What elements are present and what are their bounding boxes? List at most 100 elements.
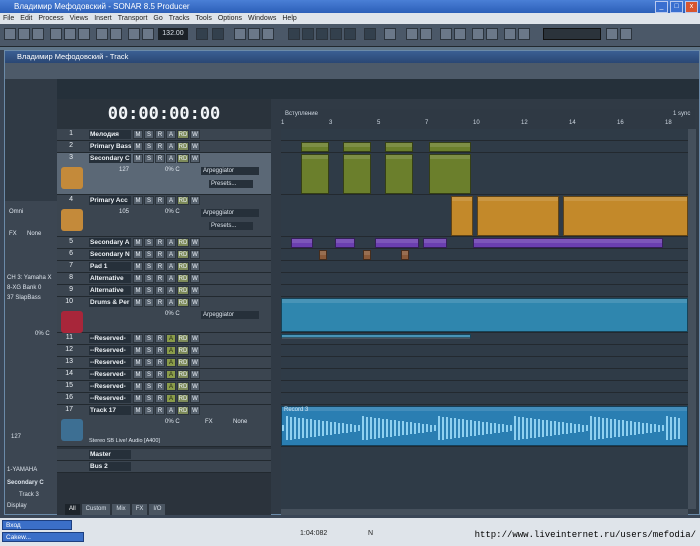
clip[interactable] [319,250,327,260]
screenset-icon[interactable] [504,28,516,40]
track-button-a[interactable]: A [166,130,176,139]
track-button-s[interactable]: S [144,274,154,283]
track-name[interactable]: Secondary N [89,250,131,259]
track-button-m[interactable]: M [133,346,143,355]
tab-all[interactable]: All [65,504,80,515]
track-lane[interactable] [281,195,688,237]
clip[interactable] [429,154,471,194]
track-button-m[interactable]: M [133,406,143,415]
track-lane[interactable] [281,357,688,369]
track-button-a[interactable]: A [166,142,176,151]
clip[interactable] [451,196,473,236]
track-button-r[interactable]: R [155,154,165,163]
clip[interactable] [301,142,329,152]
track-button-a[interactable]: A [166,286,176,295]
track-name[interactable]: Secondary A [89,238,131,247]
menu-edit[interactable]: Edit [20,13,32,24]
track-header[interactable]: 13 --Reserved- M S R A RD W [57,357,271,369]
track-lane[interactable] [281,249,688,261]
help-icon[interactable] [620,28,632,40]
inspector-output[interactable]: 1-YAMAHA [7,467,37,473]
automation-icon[interactable] [440,28,452,40]
track-button-r[interactable]: R [155,238,165,247]
tempo-down-icon[interactable] [196,28,208,40]
track-name[interactable]: Secondary C [89,154,131,163]
track-button-w[interactable]: W [190,274,200,283]
stop-icon[interactable] [316,28,328,40]
metronome-icon[interactable] [128,28,140,40]
track-button-s[interactable]: S [144,196,154,205]
marker-icon[interactable] [406,28,418,40]
maximize-button[interactable]: □ [670,1,683,13]
punch-icon[interactable] [384,28,396,40]
track-button-s[interactable]: S [144,298,154,307]
track-header[interactable]: 11 --Reserved- M S R A RD W [57,333,271,345]
clip[interactable] [477,196,559,236]
track-button-w[interactable]: W [190,262,200,271]
tab-custom[interactable]: Custom [81,504,111,515]
arpeggiator-slot[interactable]: Arpeggiator [201,167,259,175]
track-button-r[interactable]: R [155,406,165,415]
clip[interactable] [423,238,447,248]
track-header[interactable]: 4 Primary Acc M S R A RD W Arpeggiator Presets...… [57,195,271,237]
track-button-m[interactable]: M [133,370,143,379]
loop-range-icon[interactable] [420,28,432,40]
track-header[interactable]: 1 Мелодия M S R A RD W [57,129,271,141]
layout-icon[interactable] [518,28,530,40]
clip[interactable] [301,154,329,194]
track-button-w[interactable]: W [190,196,200,205]
track-button-m[interactable]: M [133,250,143,259]
clip[interactable] [291,238,313,248]
clip[interactable] [363,250,371,260]
track-header[interactable]: 10 Drums & Per M S R A RD W Arpeggiator 0% C [57,297,271,333]
track-button-s[interactable]: S [144,346,154,355]
clip[interactable] [375,238,419,248]
clip[interactable] [563,196,688,236]
mixer-icon[interactable] [454,28,466,40]
track-header[interactable]: 17 Track 17 M S R A RD W 0% C FX None Stereo SB Liv… [57,405,271,447]
track-header[interactable]: 9 Alternative M S R A RD W [57,285,271,297]
menu-tracks[interactable]: Tracks [169,13,190,24]
track-button-m[interactable]: M [133,394,143,403]
track-button-w[interactable]: W [190,370,200,379]
track-button-s[interactable]: S [144,334,154,343]
time-ruler[interactable]: Вступление 1 sync 1 3 5 7 10 12 14 16 18 [281,109,695,130]
track-button-s[interactable]: S [144,394,154,403]
snap-toggle-icon[interactable] [472,28,484,40]
track-button-m[interactable]: M [133,262,143,271]
menu-help[interactable]: Help [282,13,296,24]
rewind-start-icon[interactable] [288,28,300,40]
bus-name[interactable]: Master [89,450,131,459]
bus-header[interactable]: Master [57,449,271,461]
track-button-w[interactable]: W [190,250,200,259]
track-name[interactable]: Alternative [89,286,131,295]
track-button-r[interactable]: R [155,334,165,343]
track-button-rd[interactable]: RD [177,334,189,343]
play-icon[interactable] [330,28,342,40]
track-lane[interactable] [281,237,688,249]
track-lane[interactable] [281,369,688,381]
track-header[interactable]: 5 Secondary A M S R A RD W [57,237,271,249]
track-header[interactable]: 14 --Reserved- M S R A RD W [57,369,271,381]
presets-dropdown[interactable]: Presets... [209,222,253,230]
clips-pane[interactable]: Record 3 [281,129,688,509]
navigator-pane[interactable] [57,79,699,99]
track-button-rd[interactable]: RD [177,142,189,151]
track-header[interactable]: 7 Pad 1 M S R A RD W [57,261,271,273]
track-button-w[interactable]: W [190,130,200,139]
track-header[interactable]: 6 Secondary N M S R A RD W [57,249,271,261]
bus-name[interactable]: Bus 2 [89,462,131,471]
track-button-r[interactable]: R [155,274,165,283]
track-header[interactable]: 8 Alternative M S R A RD W [57,273,271,285]
track-button-w[interactable]: W [190,406,200,415]
track-lane[interactable] [281,261,688,273]
clip[interactable] [429,142,471,152]
track-button-a[interactable]: A [166,394,176,403]
vertical-scrollbar[interactable] [688,129,696,509]
clip[interactable] [401,250,409,260]
track-button-r[interactable]: R [155,250,165,259]
track-button-m[interactable]: M [133,334,143,343]
clip[interactable]: Record 3 [281,406,688,446]
track-button-a[interactable]: A [166,370,176,379]
track-button-w[interactable]: W [190,142,200,151]
